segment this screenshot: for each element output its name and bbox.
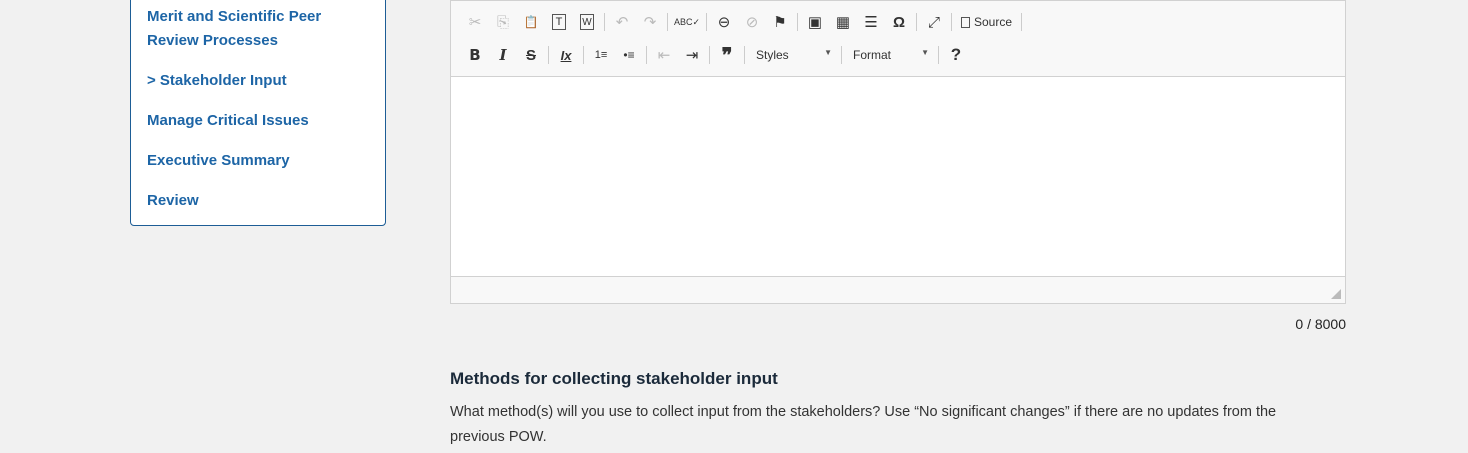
section-heading: Methods for collecting stakeholder input [450,369,778,388]
separator [706,13,707,31]
nav-manage-critical-issues[interactable]: Manage Critical Issues [147,109,369,133]
separator [744,46,745,64]
toolbar-row-1: ✂ ⎘ 📋 T W ↶ ↷ ABC✓ ⊖ ⊘ ⚑ ▣ ▦ ☰ Ω ⤢ Sourc… [461,9,1025,35]
cut-icon[interactable]: ✂ [461,10,489,34]
special-char-icon[interactable]: Ω [885,10,913,34]
format-label: Format [853,48,892,62]
separator [646,46,647,64]
styles-dropdown[interactable]: Styles ▼ [748,48,838,62]
separator [583,46,584,64]
copy-icon[interactable]: ⎘ [489,10,517,34]
blockquote-icon[interactable]: ❞ [713,43,741,67]
outdent-icon[interactable]: ⇤ [650,43,678,67]
chevron-down-icon: ▼ [921,48,929,57]
editor-content-area[interactable] [451,76,1345,277]
undo-icon[interactable]: ↶ [608,10,636,34]
numbered-list-icon[interactable]: 1≡ [587,43,615,67]
separator [938,46,939,64]
paste-text-icon[interactable]: T [552,14,566,30]
link-icon[interactable]: ⊖ [710,10,738,34]
image-icon[interactable]: ▣ [801,10,829,34]
source-icon [961,16,970,28]
separator [841,46,842,64]
source-button[interactable]: Source [955,15,1018,29]
sidebar-nav: Merit and Scientific Peer Review Process… [130,0,386,226]
bulleted-list-icon[interactable]: •≡ [615,43,643,67]
nav-review[interactable]: Review [147,189,369,213]
paste-word-icon[interactable]: W [580,14,594,30]
resize-handle-icon[interactable] [1331,289,1341,299]
indent-icon[interactable]: ⇥ [678,43,706,67]
nav-executive-summary[interactable]: Executive Summary [147,149,369,173]
chevron-down-icon: ▼ [824,48,832,57]
character-counter: 0 / 8000 [1295,316,1346,332]
separator [667,13,668,31]
strikethrough-icon[interactable]: S [517,43,545,67]
anchor-icon[interactable]: ⚑ [766,10,794,34]
bold-icon[interactable]: B [461,43,489,67]
italic-icon[interactable]: I [489,43,517,67]
separator [1021,13,1023,31]
source-label: Source [974,15,1013,29]
separator [916,13,917,31]
section-description: What method(s) will you use to collect i… [450,404,1277,445]
rich-text-editor: ✂ ⎘ 📋 T W ↶ ↷ ABC✓ ⊖ ⊘ ⚑ ▣ ▦ ☰ Ω ⤢ Sourc… [450,0,1346,304]
horizontal-rule-icon[interactable]: ☰ [857,10,885,34]
separator [951,13,952,31]
redo-icon[interactable]: ↷ [636,10,664,34]
paste-icon[interactable]: 📋 [517,10,545,34]
separator [797,13,798,31]
remove-format-icon[interactable]: Ix [552,43,580,67]
nav-merit-review[interactable]: Merit and Scientific Peer Review Process… [147,5,369,53]
nav-stakeholder-input[interactable]: > Stakeholder Input [147,69,369,93]
spellcheck-icon[interactable]: ABC✓ [671,10,703,34]
separator [709,46,710,64]
unlink-icon[interactable]: ⊘ [738,10,766,34]
separator [604,13,605,31]
separator [548,46,549,64]
table-icon[interactable]: ▦ [829,10,857,34]
maximize-icon[interactable]: ⤢ [920,10,948,34]
format-dropdown[interactable]: Format ▼ [845,48,935,62]
toolbar-row-2: B I S Ix 1≡ •≡ ⇤ ⇥ ❞ Styles ▼ Format ▼ ? [461,42,970,68]
styles-label: Styles [756,48,789,62]
help-icon[interactable]: ? [942,43,970,67]
